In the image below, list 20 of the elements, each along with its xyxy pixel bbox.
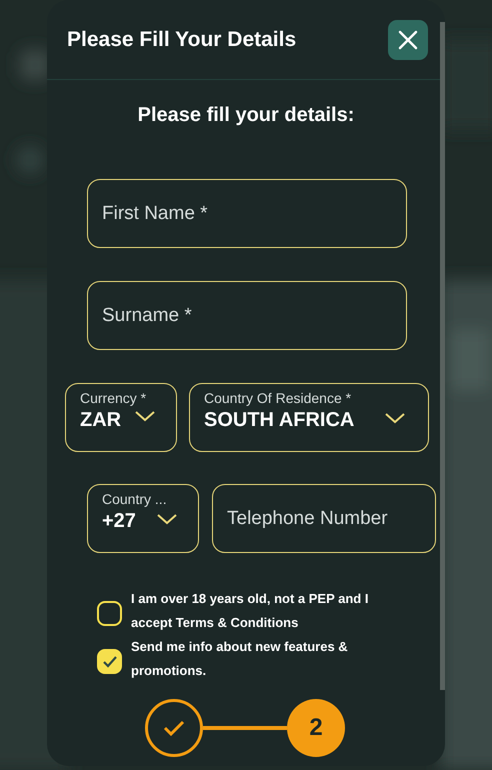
- checkbox[interactable]: [97, 649, 122, 674]
- dropdown-field[interactable]: Country ... +27: [87, 484, 199, 553]
- current-step: 2: [287, 699, 345, 757]
- completed-step-icon: [145, 699, 203, 757]
- text-field[interactable]: First Name *: [87, 179, 407, 248]
- chevron-down-icon: [134, 410, 156, 422]
- close-icon: [398, 30, 418, 50]
- form-heading: Please fill your details:: [136, 104, 356, 127]
- chevron-down-icon: [384, 412, 406, 424]
- dropdown-field[interactable]: Currency * ZAR: [65, 383, 177, 452]
- checkbox-label: Send me info about new features & promotions.: [131, 638, 349, 680]
- checkmark-icon: [102, 654, 118, 668]
- close-button[interactable]: [388, 20, 428, 60]
- dialog-title: Please Fill Your Details: [67, 28, 296, 52]
- text-field[interactable]: Surname *: [87, 281, 407, 350]
- telephone-field[interactable]: Telephone Number: [212, 484, 436, 553]
- checkbox[interactable]: [97, 601, 122, 626]
- chevron-down-icon: [156, 513, 178, 525]
- dropdown-field[interactable]: Country Of Residence * SOUTH AFRICA: [189, 383, 429, 452]
- checkbox-label: I am over 18 years old, not a PEP and I accept Terms & Conditions: [131, 590, 370, 632]
